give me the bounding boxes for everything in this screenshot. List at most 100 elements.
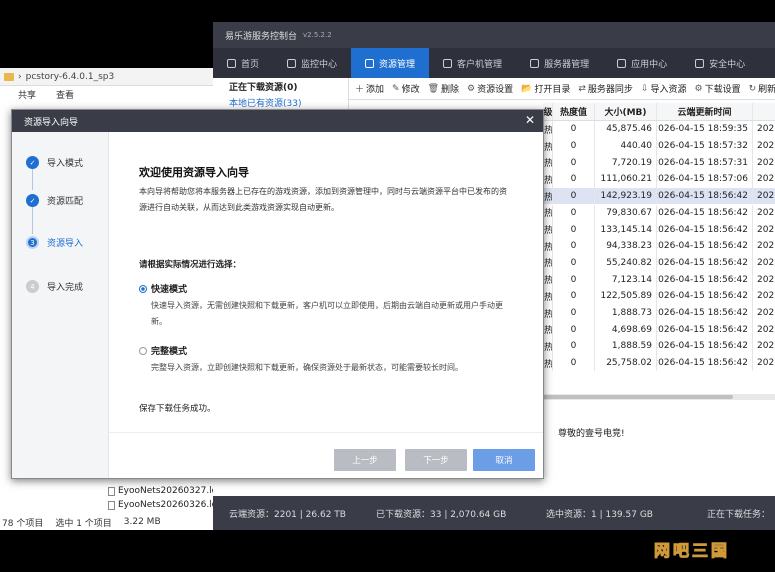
radio-selected[interactable]	[139, 284, 147, 293]
option-fast-mode[interactable]: 快速模式	[139, 282, 187, 295]
list-item[interactable]: EyooNets20260326.lo	[108, 498, 217, 512]
table-cell-level: 热	[543, 254, 553, 272]
nav-server[interactable]: 服务器管理	[516, 48, 603, 78]
trash-icon: 🗑	[427, 83, 440, 94]
table-cell-size: 142,923.19	[595, 187, 657, 205]
table-row[interactable]: 热 0 7,123.14 2026-04-15 18:56:42 202	[543, 271, 775, 288]
table-cell-extra: 202	[753, 271, 775, 288]
table-row[interactable]: 热 0 1,888.73 2026-04-15 18:56:42 202	[543, 304, 775, 322]
table-cell-level: 热	[543, 137, 553, 155]
folder-icon: 📂	[521, 83, 533, 94]
add-button[interactable]: ＋添加	[355, 82, 384, 95]
open-folder-button[interactable]: 📂 打开目录	[521, 82, 570, 96]
nav-app-center[interactable]: 应用中心	[603, 48, 681, 78]
table-cell-heat: 0	[553, 237, 595, 255]
app-status-bar: 云端资源：2201 | 26.62 TB 已下载资源：33 | 2,070.64…	[213, 496, 775, 530]
table-cell-heat: 0	[553, 121, 595, 138]
wizard-body: 欢迎使用资源导入向导 本向导将帮助您将本服务器上已存在的游戏资源，添加到资源管理…	[109, 132, 543, 432]
nav-resource[interactable]: 资源管理	[351, 48, 430, 78]
scrollbar-thumb[interactable]	[543, 395, 733, 399]
ribbon-tab-share[interactable]: 共享	[18, 88, 36, 101]
download-settings-button[interactable]: ⚙ 下载设置	[695, 82, 741, 96]
table-cell-size: 111,060.21	[595, 171, 657, 188]
table-cell-level: 热	[543, 121, 553, 138]
table-cell-size: 25,758.02	[595, 354, 657, 372]
plus-icon: ＋	[355, 85, 365, 95]
wizard-choose-label: 请根据实际情况进行选择：	[139, 260, 242, 270]
table-cell-time: 2026-04-15 18:56:42	[657, 237, 753, 255]
file-icon	[108, 486, 115, 496]
column-header-heat[interactable]: 热度值	[553, 103, 595, 120]
table-cell-extra: 202	[753, 188, 775, 205]
refresh-button[interactable]: ↻ 刷新	[749, 82, 775, 96]
nav-security[interactable]: 安全中心	[681, 48, 759, 78]
ribbon-tab-view[interactable]: 查看	[56, 88, 74, 101]
table-cell-extra: 202	[753, 321, 775, 338]
watermark-logo: 网 吧 三 国	[653, 541, 729, 561]
import-resource-button[interactable]: ⇩ 导入资源	[641, 82, 687, 96]
table-cell-extra: 202	[753, 305, 775, 322]
horizontal-scrollbar[interactable]	[543, 394, 775, 400]
category-local[interactable]: 本地已有资源(33)	[213, 94, 348, 110]
main-nav: 首页 监控中心 资源管理 客户机管理 服务器管理 应用中心 安全中心	[213, 48, 775, 78]
table-cell-heat: 0	[553, 171, 595, 188]
table-cell-extra: 202	[753, 355, 775, 372]
nav-home[interactable]: 首页	[213, 48, 273, 78]
column-header-level[interactable]: 级	[543, 103, 553, 120]
table-cell-time: 2026-04-15 18:56:42	[657, 338, 753, 355]
nav-client[interactable]: 客户机管理	[429, 48, 516, 78]
table-row[interactable]: 热 0 45,875.46 2026-04-15 18:59:35 202	[543, 121, 775, 138]
nav-monitor[interactable]: 监控中心	[273, 48, 351, 78]
wizard-title: 资源导入向导	[12, 110, 543, 132]
explorer-path-text: pcstory-6.4.0.1_sp3	[25, 71, 115, 82]
column-header-size[interactable]: 大小(MB)	[595, 103, 657, 120]
step-number-badge: 3	[26, 236, 39, 249]
table-cell-size: 45,875.46	[595, 121, 657, 138]
resource-table: 级 热度值 大小(MB) 云端更新时间 热 0 45,875.46 2026-04-1…	[543, 103, 775, 393]
table-cell-level: 热	[543, 237, 553, 255]
table-row[interactable]: 热 0 1,888.59 2026-04-15 18:56:42 202	[543, 338, 775, 355]
prev-button[interactable]: 上一步	[334, 449, 396, 471]
category-downloading[interactable]: 正在下载资源(0)	[213, 78, 348, 94]
table-row[interactable]: 热 0 25,758.02 2026-04-15 18:56:42 202	[543, 354, 775, 372]
table-cell-heat: 0	[553, 304, 595, 322]
table-row[interactable]: 热 0 79,830.67 2026-04-15 18:56:42 202	[543, 204, 775, 222]
table-row[interactable]: 热 0 94,338.23 2026-04-15 18:56:42 202	[543, 237, 775, 255]
option-fast-desc: 快速导入资源，无需创建快照和下载更新，客户机可以立即使用，后期由云端自动更新或用…	[151, 301, 503, 326]
next-button[interactable]: 下一步	[405, 449, 467, 471]
table-cell-heat: 0	[553, 204, 595, 222]
table-cell-size: 55,240.82	[595, 254, 657, 272]
table-row[interactable]: 热 0 440.40 2026-04-15 18:57:32 202	[543, 137, 775, 155]
close-icon[interactable]: ✕	[525, 113, 535, 127]
column-header-extra[interactable]	[753, 103, 775, 120]
table-row[interactable]: 热 0 7,720.19 2026-04-15 18:57:31 202	[543, 154, 775, 172]
column-header-cloud-time[interactable]: 云端更新时间	[657, 103, 753, 120]
table-row[interactable]: 热 0 122,505.89 2026-04-15 18:56:42 202	[543, 288, 775, 305]
table-row[interactable]: 热 0 55,240.82 2026-04-15 18:56:42 202	[543, 254, 775, 272]
table-cell-extra: 202	[753, 121, 775, 138]
table-row[interactable]: 热 0 142,923.19 2026-04-15 18:56:42 202	[543, 187, 775, 205]
table-row[interactable]: 热 0 111,060.21 2026-04-15 18:57:06 202	[543, 171, 775, 188]
table-cell-heat: 0	[553, 321, 595, 339]
item-count: 78 个项目	[2, 518, 44, 529]
delete-button[interactable]: 🗑 删除	[427, 82, 459, 96]
edit-button[interactable]: ✎ 修改	[392, 82, 420, 96]
table-row[interactable]: 热 0 4,698.69 2026-04-15 18:56:42 202	[543, 321, 775, 339]
option-full-mode[interactable]: 完整模式	[139, 344, 187, 357]
list-item[interactable]: EyooNets20260327.lo	[108, 484, 217, 498]
app-version: v2.5.2.2	[303, 31, 332, 39]
resource-settings-button[interactable]: ⚙ 资源设置	[467, 82, 513, 96]
cloud-resource-stat: 云端资源：2201 | 26.62 TB	[229, 509, 346, 520]
table-cell-time: 2026-04-15 18:57:06	[657, 171, 753, 188]
table-cell-size: 133,145.14	[595, 221, 657, 238]
radio-unselected[interactable]	[139, 346, 147, 355]
log-panel: 尊敬的壹号电竞!	[543, 402, 775, 494]
cancel-button[interactable]: 取消	[473, 449, 535, 471]
table-cell-level: 热	[543, 338, 553, 355]
table-row[interactable]: 热 0 133,145.14 2026-04-15 18:56:42 202	[543, 221, 775, 238]
explorer-address-bar[interactable]: › pcstory-6.4.0.1_sp3	[0, 68, 232, 86]
server-sync-button[interactable]: ⇄ 服务器同步	[578, 82, 633, 96]
table-cell-time: 2026-04-15 18:56:42	[657, 204, 753, 222]
table-cell-heat: 0	[553, 254, 595, 272]
chevron-icon: ›	[18, 71, 22, 82]
